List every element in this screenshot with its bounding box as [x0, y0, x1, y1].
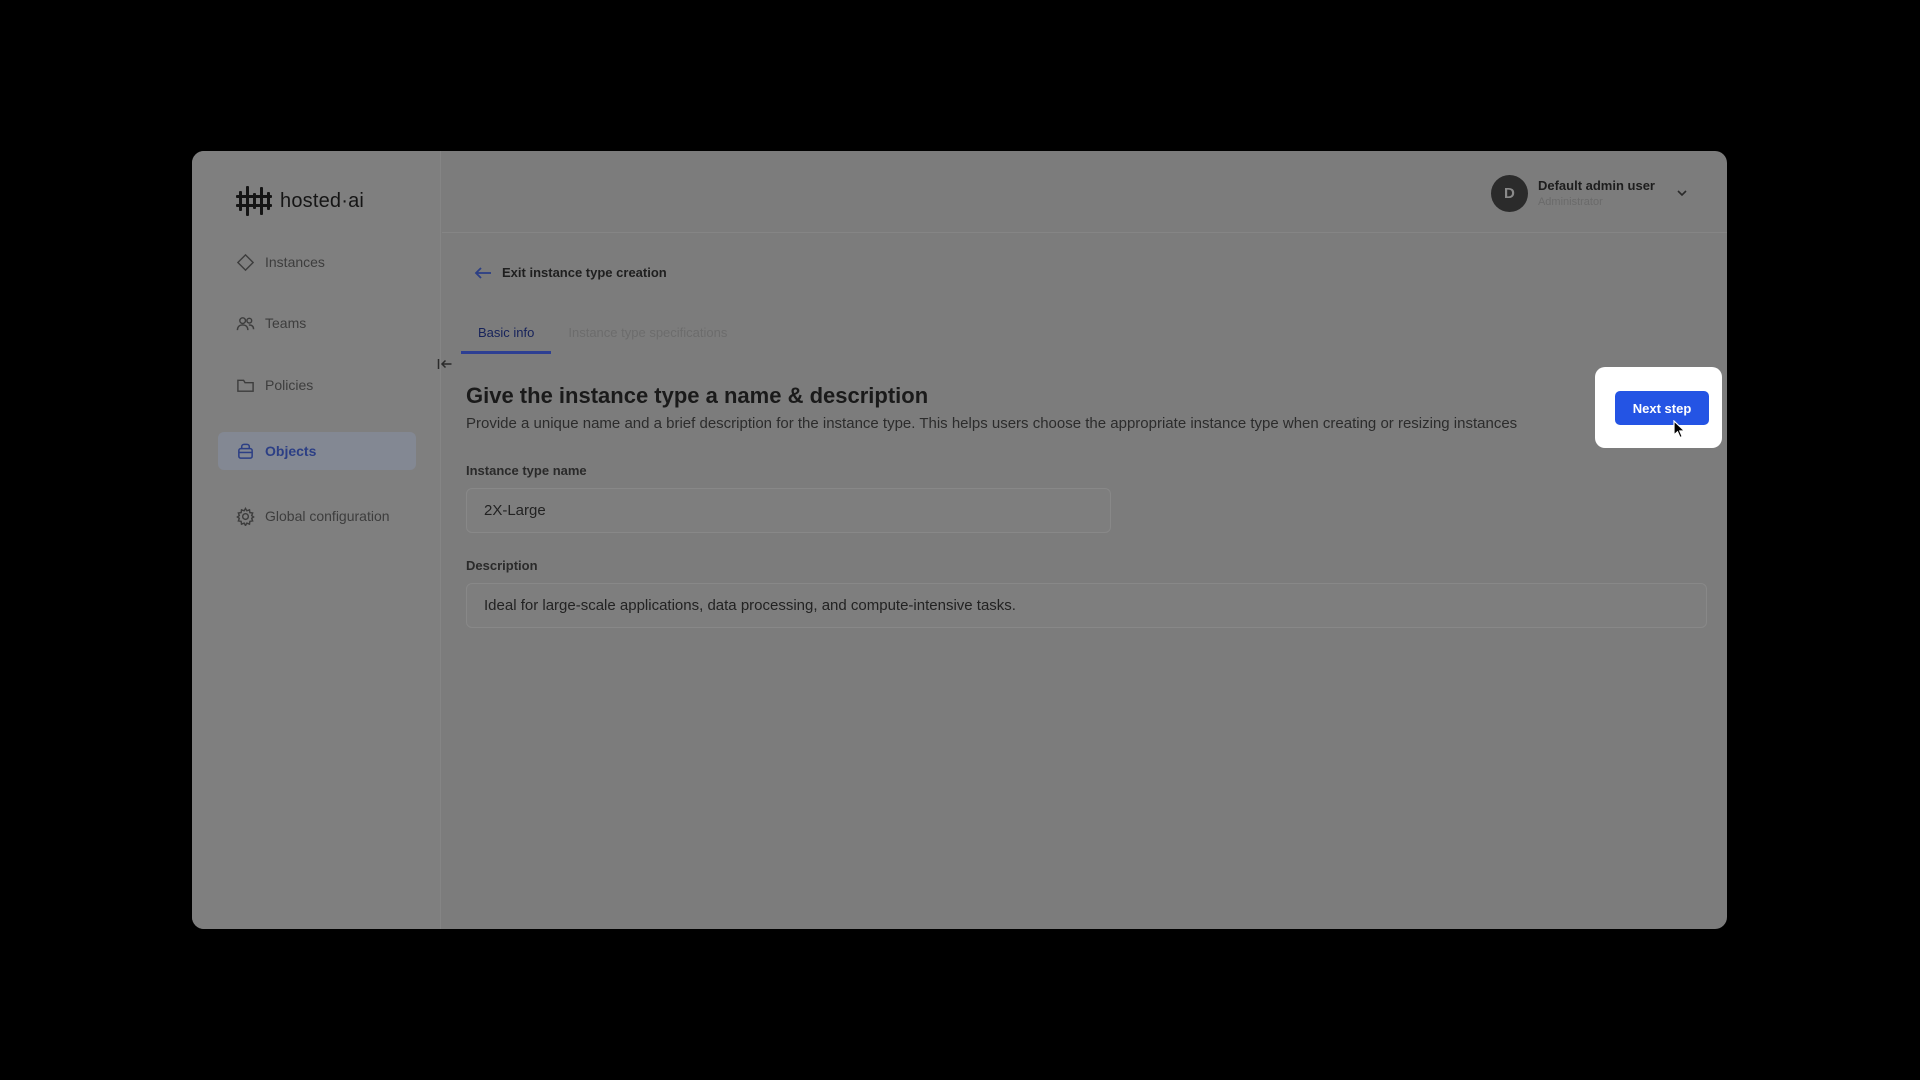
arrow-left-icon [474, 266, 491, 279]
sidebar-item-label: Policies [265, 377, 314, 393]
box-icon [238, 443, 253, 459]
app-window: hosted·ai Instances Teams Policies Objec… [192, 151, 1727, 929]
sidebar-item-label: Teams [265, 315, 307, 331]
user-menu[interactable]: D Default admin user Administrator [1490, 173, 1689, 213]
tab-instance-type-specifications[interactable]: Instance type specifications [551, 314, 744, 354]
folder-icon [237, 379, 254, 392]
user-role: Administrator [1537, 196, 1603, 208]
sidebar-item-instances[interactable]: Instances [218, 243, 416, 281]
next-step-callout: Next step [1595, 367, 1722, 448]
instance-type-name-input[interactable] [466, 488, 1111, 533]
sidebar-item-objects[interactable]: Objects [218, 432, 416, 470]
chevron-down-icon [1677, 190, 1687, 197]
exit-instance-type-creation-link[interactable]: Exit instance type creation [474, 265, 667, 280]
sidebar-item-label: Objects [265, 443, 317, 459]
back-link-label: Exit instance type creation [502, 265, 667, 280]
avatar: D [1490, 174, 1528, 212]
hosted-ai-logo-icon [236, 186, 272, 216]
sidebar-item-global-configuration[interactable]: Global configuration [218, 497, 416, 535]
user-name: Default admin user [1537, 178, 1655, 193]
diamond-icon [236, 253, 255, 271]
brand-logo: hosted·ai [236, 183, 364, 219]
description-label: Description [466, 558, 538, 573]
gear-icon [236, 506, 255, 526]
sidebar-item-label: Instances [265, 254, 325, 270]
user-info: Default admin user Administrator [1538, 178, 1655, 208]
sidebar-item-policies[interactable]: Policies [218, 366, 416, 404]
sidebar-item-teams[interactable]: Teams [218, 304, 416, 342]
section-title: Give the instance type a name & descript… [466, 383, 929, 408]
instance-type-name-label: Instance type name [466, 463, 587, 478]
next-step-button[interactable]: Next step [1615, 391, 1709, 425]
section-description: Provide a unique name and a brief descri… [466, 415, 1518, 432]
brand-name: hosted·ai [280, 189, 365, 212]
sidebar-item-label: Global configuration [265, 508, 390, 524]
collapse-sidebar-button[interactable] [435, 356, 455, 372]
tab-bar: Basic info Instance type specifications [461, 314, 744, 354]
collapse-sidebar-icon [437, 359, 452, 369]
top-header: D Default admin user Administrator [442, 151, 1727, 233]
tab-basic-info[interactable]: Basic info [461, 314, 552, 354]
sidebar: hosted·ai Instances Teams Policies Objec… [192, 151, 441, 929]
description-input[interactable] [466, 583, 1707, 628]
users-icon [236, 316, 255, 330]
main-content: Exit instance type creation Basic info I… [461, 233, 1727, 929]
